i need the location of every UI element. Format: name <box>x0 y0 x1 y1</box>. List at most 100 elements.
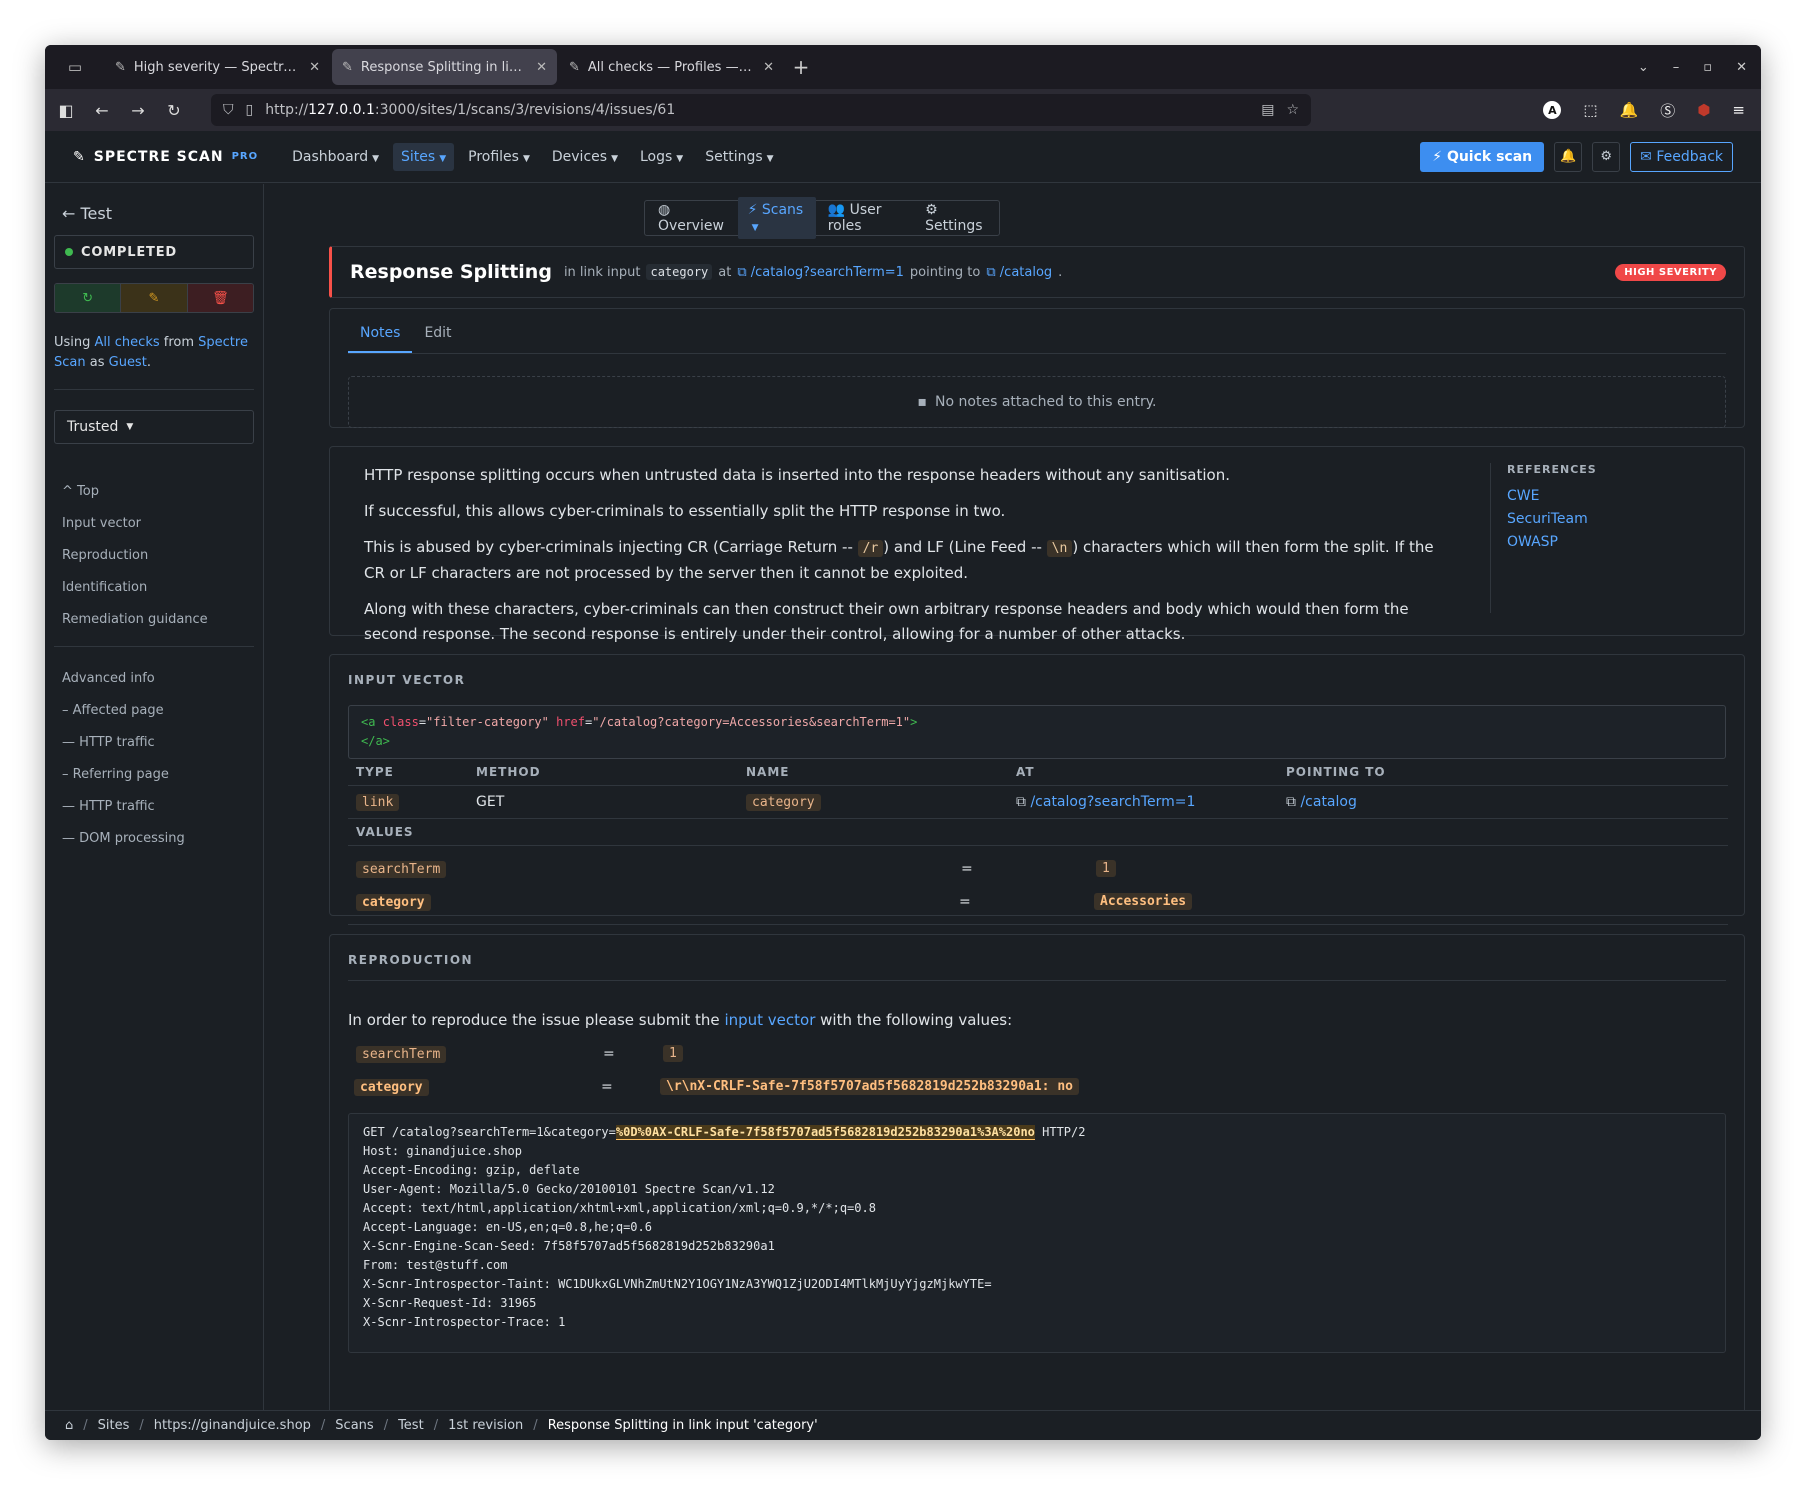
ublock-icon[interactable]: ⬢ <box>1697 101 1710 119</box>
nav-devices[interactable]: Devices ▼ <box>544 143 626 171</box>
value-row: searchTerm = 1 <box>356 852 1720 885</box>
browser-tab-active[interactable]: ✎ Response Splitting in link i ✕ <box>332 49 557 85</box>
table-row: searchTerm = 1 category = Accessories <box>348 845 1728 925</box>
toc-referring-page[interactable]: – Referring page <box>54 759 254 791</box>
col-method: METHOD <box>468 759 738 786</box>
value-eq: = <box>603 1045 615 1062</box>
reference-link-owasp[interactable]: OWASP <box>1507 534 1720 557</box>
toc-input-vector[interactable]: Input vector <box>54 508 254 540</box>
gear-icon[interactable]: ⚙ <box>1592 141 1621 172</box>
toc-identification[interactable]: Identification <box>54 572 254 604</box>
delete-scan-button[interactable]: 🗑 <box>187 284 253 312</box>
brand-name: SPECTRE SCAN <box>93 148 224 165</box>
issue-input-name: category <box>646 264 713 280</box>
tab-edit[interactable]: Edit <box>412 309 463 353</box>
repeat-scan-button[interactable]: ↻ <box>55 284 121 312</box>
nav-logs[interactable]: Logs ▼ <box>632 143 691 171</box>
extension-a-icon[interactable]: A <box>1543 101 1562 119</box>
extension-s-icon[interactable]: Ⓢ <box>1660 100 1675 121</box>
notification-extension-icon[interactable]: 🔔 <box>1620 101 1639 119</box>
breadcrumb-site[interactable]: https://ginandjuice.shop <box>154 1418 311 1433</box>
maximize-icon[interactable]: ▫ <box>1703 60 1712 75</box>
trust-dropdown[interactable]: Trusted ▼ <box>54 410 254 444</box>
url-bar[interactable]: ⛉ ▯ http://127.0.0.1:3000/sites/1/scans/… <box>211 94 1311 126</box>
notes-panel: Notes Edit ▪ No notes attached to this en… <box>329 308 1745 428</box>
description-paragraph: This is abused by cyber-criminals inject… <box>364 538 1434 582</box>
input-vector-link[interactable]: input vector <box>724 1011 815 1029</box>
back-icon[interactable]: ← <box>91 101 113 120</box>
sidebar-toggle-icon[interactable]: ◧ <box>55 101 77 120</box>
reader-view-icon[interactable]: ▤ <box>1261 102 1274 118</box>
home-icon[interactable]: ⌂ <box>65 1418 73 1433</box>
breadcrumb-scans[interactable]: Scans <box>335 1418 373 1433</box>
toc-reproduction[interactable]: Reproduction <box>54 540 254 572</box>
browser-tab[interactable]: ✎ High severity — Spectre Sc ✕ <box>105 49 330 85</box>
issue-pointing-link[interactable]: ⧉ /catalog <box>986 265 1052 280</box>
reference-link-securiteam[interactable]: SecuriTeam <box>1507 511 1720 534</box>
toc-dom-processing[interactable]: — DOM processing <box>54 823 254 855</box>
reload-icon[interactable]: ↻ <box>163 101 185 120</box>
page-icon: ✎ <box>115 59 126 75</box>
nav-profiles[interactable]: Profiles ▼ <box>460 143 538 171</box>
url-text[interactable]: http://127.0.0.1:3000/sites/1/scans/3/re… <box>265 102 1249 118</box>
breadcrumb-sites[interactable]: Sites <box>98 1418 130 1433</box>
shield-icon[interactable]: ⛉ <box>223 102 234 118</box>
value-row: searchTerm = 1 <box>348 1037 1726 1070</box>
tab-settings[interactable]: ⚙ Settings <box>915 197 996 239</box>
toc-top[interactable]: ^ Top <box>54 476 254 508</box>
vector-name: category <box>746 794 821 811</box>
scan-profile-info: Using All checks from Spectre Scan as Gu… <box>54 333 254 390</box>
nav-sites[interactable]: Sites ▼ <box>393 142 455 171</box>
toc-remediation[interactable]: Remediation guidance <box>54 604 254 636</box>
extensions-icon[interactable]: ⬚ <box>1583 101 1597 119</box>
browser-tab[interactable]: ✎ All checks — Profiles — Spe ✕ <box>559 49 784 85</box>
http-request: GET /catalog?searchTerm=1&category=%0D%0… <box>348 1113 1726 1353</box>
edit-scan-button[interactable]: ✎ <box>120 284 188 312</box>
tab-overview[interactable]: ◍ Overview <box>648 197 736 239</box>
breadcrumb-revision[interactable]: 1st revision <box>448 1418 523 1433</box>
bookmark-star-icon[interactable]: ☆ <box>1286 102 1299 118</box>
profile-link[interactable]: All checks <box>95 335 160 350</box>
tab-user-roles[interactable]: 👥 User roles <box>818 197 913 239</box>
reproduction-panel: REPRODUCTION In order to reproduce the i… <box>329 934 1745 1410</box>
breadcrumb: ⌂ / Sites / https://ginandjuice.shop / Scan… <box>45 1410 1761 1440</box>
page-info-icon[interactable]: ▯ <box>246 102 254 118</box>
back-to-scan-link[interactable]: ← Test <box>62 204 246 223</box>
nav-dashboard[interactable]: Dashboard ▼ <box>284 143 387 171</box>
reference-link-cwe[interactable]: CWE <box>1507 488 1720 511</box>
feedback-button[interactable]: ✉ Feedback <box>1630 141 1733 172</box>
forward-icon[interactable]: → <box>127 101 149 120</box>
window-controls: ⌄ – ▫ ✕ <box>1638 60 1761 75</box>
brand-logo[interactable]: ✎ SPECTRE SCAN PRO <box>73 149 258 165</box>
vector-at-link[interactable]: ⧉ /catalog?searchTerm=1 <box>1016 794 1195 810</box>
tab-notes[interactable]: Notes <box>348 309 413 353</box>
menu-icon[interactable]: ≡ <box>1732 101 1745 119</box>
close-icon[interactable]: ✕ <box>763 60 774 75</box>
close-window-icon[interactable]: ✕ <box>1736 60 1747 75</box>
minimize-icon[interactable]: – <box>1673 60 1680 75</box>
nav-settings[interactable]: Settings ▼ <box>697 143 781 171</box>
quick-scan-button[interactable]: ⚡ Quick scan <box>1420 141 1545 172</box>
toc-affected-page[interactable]: – Affected page <box>54 695 254 727</box>
new-tab-icon[interactable]: + <box>786 55 816 79</box>
chevron-down-icon[interactable]: ⌄ <box>1638 60 1649 75</box>
breadcrumb-scan[interactable]: Test <box>398 1418 424 1433</box>
tab-scans[interactable]: ⚡ Scans ▼ <box>737 197 816 239</box>
table-of-contents: ^ Top Input vector Reproduction Identifi… <box>54 476 254 855</box>
toc-advanced-info[interactable]: Advanced info <box>54 663 254 695</box>
bell-icon[interactable]: 🔔 <box>1554 141 1583 172</box>
request-headers: Host: ginandjuice.shop Accept-Encoding: … <box>363 1144 992 1329</box>
close-icon[interactable]: ✕ <box>536 60 547 75</box>
references: REFERENCES CWE SecuriTeam OWASP <box>1490 463 1720 613</box>
browser-nav-bar: ◧ ← → ↻ ⛉ ▯ http://127.0.0.1:3000/sites/… <box>45 89 1761 131</box>
issue-at-link[interactable]: ⧉ /catalog?searchTerm=1 <box>737 265 904 280</box>
user-link[interactable]: Guest <box>109 355 147 370</box>
toolbar-extensions: A ⬚ 🔔 Ⓢ ⬢ ≡ <box>1543 100 1751 121</box>
vector-pointing-link[interactable]: ⧉ /catalog <box>1286 794 1357 810</box>
tab-overview-icon[interactable]: ▭ <box>45 45 105 89</box>
toc-http-traffic-2[interactable]: — HTTP traffic <box>54 791 254 823</box>
close-icon[interactable]: ✕ <box>309 60 320 75</box>
toc-http-traffic[interactable]: — HTTP traffic <box>54 727 254 759</box>
tab-label: Response Splitting in link i <box>360 59 529 75</box>
tab-label: All checks — Profiles — Spe <box>587 59 756 75</box>
